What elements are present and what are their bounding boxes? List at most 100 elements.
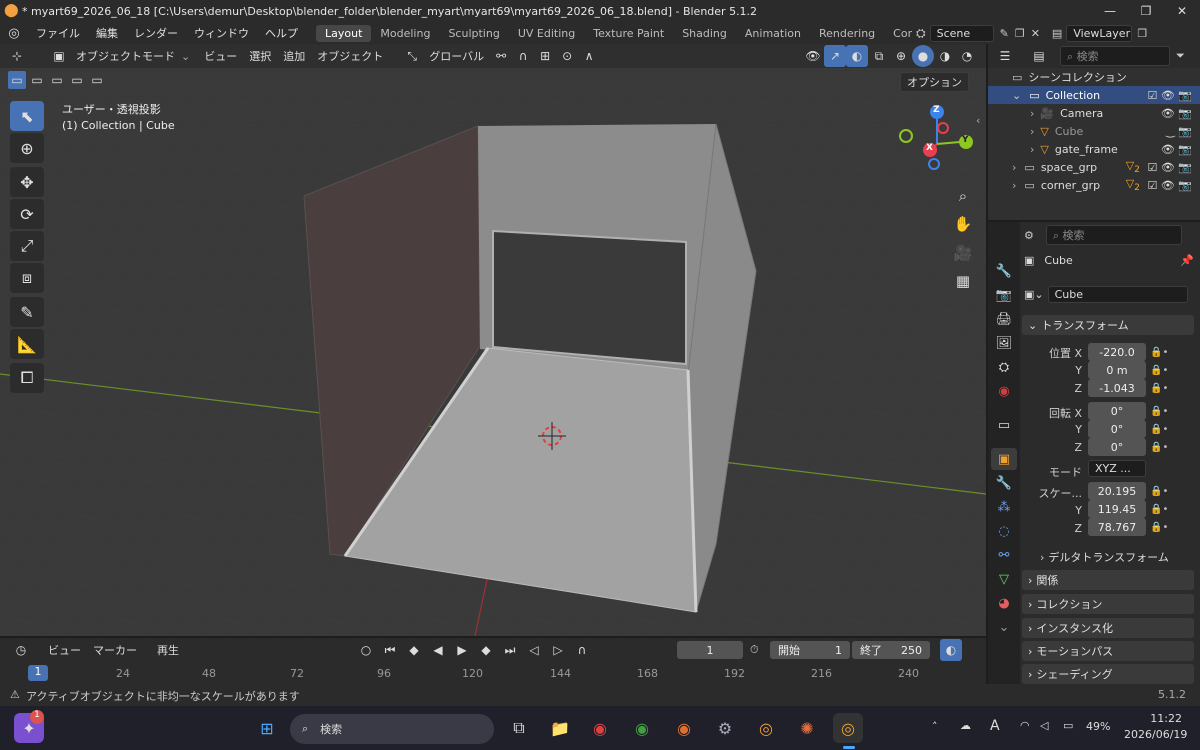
- menu-select[interactable]: 選択: [243, 46, 277, 66]
- snap-icon[interactable]: ∩: [512, 45, 534, 67]
- menu-edit[interactable]: 編集: [88, 25, 126, 41]
- rotation-mode-select[interactable]: XYZ ...: [1088, 460, 1146, 477]
- next-keyframe-icon[interactable]: ◆: [475, 639, 497, 661]
- location-y-field[interactable]: 0 m: [1088, 361, 1146, 379]
- material-shading-icon[interactable]: ◑: [934, 45, 956, 67]
- visibility-icons[interactable]: ‿ 📷: [1166, 125, 1192, 138]
- outliner-row-collection[interactable]: ⌄ ▭ Collection ☑ 👁 📷: [988, 86, 1200, 104]
- delta-transform-header[interactable]: › デルタトランスフォーム: [1040, 549, 1169, 565]
- tool-cursor[interactable]: ⊕: [10, 133, 44, 163]
- tool-annotate[interactable]: ✎: [10, 297, 44, 327]
- rotation-y-field[interactable]: 0°: [1088, 420, 1146, 438]
- scene-tab-icon[interactable]: ⛭: [991, 356, 1017, 378]
- properties-search-input[interactable]: ⌕ 検索: [1045, 225, 1182, 245]
- menu-render[interactable]: レンダー: [126, 25, 186, 41]
- world-tab-icon[interactable]: ◉: [991, 380, 1017, 402]
- chevron-down-icon[interactable]: ⌄: [1012, 89, 1021, 102]
- chrome-icon[interactable]: ◉: [585, 713, 615, 743]
- tool-add-cube[interactable]: ⧠: [10, 363, 44, 393]
- tool-measure[interactable]: 📐: [10, 329, 44, 359]
- visibility-icons[interactable]: 👁 📷: [1161, 107, 1192, 120]
- settings-icon[interactable]: ⚙: [710, 713, 740, 743]
- solid-shading-icon[interactable]: ●: [912, 45, 934, 67]
- transform-panel-header[interactable]: ⌄ トランスフォーム: [1022, 315, 1194, 335]
- select-extend-icon[interactable]: ▭: [28, 71, 46, 89]
- collection-tab-icon[interactable]: ▭: [991, 414, 1017, 436]
- falloff-icon[interactable]: ∧: [578, 45, 600, 67]
- prev-keyframe-icon[interactable]: ◆: [403, 639, 425, 661]
- tab-compositing[interactable]: Compositing: [884, 25, 912, 42]
- tab-uv-editing[interactable]: UV Editing: [509, 25, 584, 42]
- next-frame-icon[interactable]: ▷: [547, 639, 569, 661]
- visibility-icons[interactable]: ☑ 👁 📷: [1147, 161, 1192, 174]
- gizmo-toggle-icon[interactable]: ↗: [824, 45, 846, 67]
- tool-rotate[interactable]: ⟳: [10, 199, 44, 229]
- delete-scene-icon[interactable]: ✕: [1031, 27, 1040, 40]
- play-reverse-icon[interactable]: ◀: [427, 639, 449, 661]
- object-tab-icon[interactable]: ▣: [991, 448, 1017, 470]
- more-tabs-icon[interactable]: ⌄: [991, 616, 1017, 638]
- prev-frame-icon[interactable]: ◁: [523, 639, 545, 661]
- overlay-icon[interactable]: ◐: [846, 45, 868, 67]
- gizmo-z-label[interactable]: Z: [933, 105, 940, 115]
- select-new-icon[interactable]: ▭: [8, 71, 26, 89]
- current-frame-field[interactable]: 1: [677, 641, 743, 659]
- menu-object[interactable]: オブジェクト: [311, 46, 389, 66]
- sidebar-toggle-icon[interactable]: ‹: [976, 114, 980, 127]
- particles-tab-icon[interactable]: ⁂: [991, 496, 1017, 518]
- chrome-icon[interactable]: ◉: [627, 713, 657, 743]
- zoom-button[interactable]: ⌕: [950, 183, 976, 209]
- timeline-menu-view[interactable]: ビュー: [42, 640, 87, 660]
- input-language[interactable]: A: [990, 718, 1000, 734]
- tab-layout[interactable]: Layout: [316, 24, 372, 42]
- object-name-field[interactable]: Cube: [1047, 286, 1188, 303]
- rotation-x-field[interactable]: 0°: [1088, 402, 1146, 420]
- auto-key-icon[interactable]: ∩: [571, 639, 593, 661]
- object-type-icon[interactable]: ▣⌄: [1024, 288, 1044, 301]
- chrome-icon[interactable]: ◉: [669, 713, 699, 743]
- record-icon[interactable]: ○: [355, 639, 377, 661]
- lock-icon[interactable]: 🔒• 🔒• 🔒•: [1150, 403, 1168, 457]
- menu-help[interactable]: ヘルプ: [257, 25, 306, 41]
- physics-tab-icon[interactable]: ◌: [991, 520, 1017, 542]
- close-button[interactable]: ✕: [1164, 4, 1200, 18]
- chevron-up-icon[interactable]: ˄: [932, 720, 938, 733]
- tool-select-box[interactable]: ⬉: [10, 101, 44, 131]
- chevron-right-icon[interactable]: ›: [1012, 179, 1016, 192]
- outliner-row-gate-frame[interactable]: › ▽ gate_frame 👁 📷: [988, 140, 1200, 158]
- tab-modeling[interactable]: Modeling: [371, 25, 439, 42]
- panel-instancing[interactable]: › インスタンス化: [1022, 618, 1194, 638]
- clock-icon[interactable]: ⏱: [750, 643, 759, 657]
- mode-selector[interactable]: オブジェクトモード: [70, 46, 181, 66]
- menu-file[interactable]: ファイル: [28, 25, 88, 41]
- blender-menu-icon[interactable]: ◎: [0, 26, 28, 41]
- outliner-row-corner-grp[interactable]: › ▭ corner_grp ▽2 ☑ 👁 📷: [988, 176, 1200, 194]
- minimize-button[interactable]: —: [1092, 4, 1128, 18]
- clock-time[interactable]: 11:22: [1142, 712, 1182, 725]
- scale-x-field[interactable]: 20.195: [1088, 482, 1146, 500]
- modifier-tab-icon[interactable]: 🔧: [991, 472, 1017, 494]
- rendered-shading-icon[interactable]: ◔: [956, 45, 978, 67]
- start-button-icon[interactable]: ⊞: [252, 713, 282, 743]
- tool-move[interactable]: ✥: [10, 167, 44, 197]
- panel-motion-paths[interactable]: › モーションパス: [1022, 641, 1194, 661]
- battery-icon[interactable]: ▭: [1063, 719, 1073, 732]
- visibility-icons[interactable]: ☑ 👁 📷: [1147, 179, 1192, 192]
- filter-icon[interactable]: ⏷: [1176, 49, 1185, 63]
- timeline-menu-playback[interactable]: 再生: [151, 640, 185, 660]
- chevron-right-icon[interactable]: ›: [1030, 143, 1034, 156]
- outliner-row-camera[interactable]: › 🎥 Camera 👁 📷: [988, 104, 1200, 122]
- menu-window[interactable]: ウィンドウ: [186, 25, 257, 41]
- tool-tab-icon[interactable]: 🔧: [991, 260, 1017, 282]
- orientation-selector[interactable]: グローバル: [423, 46, 490, 66]
- app-icon[interactable]: ✺: [792, 713, 822, 743]
- constraints-tab-icon[interactable]: ⚯: [991, 544, 1017, 566]
- outliner-row-space-grp[interactable]: › ▭ space_grp ▽2 ☑ 👁 📷: [988, 158, 1200, 176]
- scene-selector[interactable]: Scene: [929, 24, 994, 42]
- gizmo-y-label[interactable]: Y: [962, 135, 969, 145]
- play-icon[interactable]: ▶: [451, 639, 473, 661]
- snap-increment-icon[interactable]: ⊞: [534, 45, 556, 67]
- maximize-button[interactable]: ❐: [1128, 4, 1164, 18]
- visibility-icons[interactable]: 👁 📷: [1161, 143, 1192, 156]
- render-tab-icon[interactable]: 📷: [991, 284, 1017, 306]
